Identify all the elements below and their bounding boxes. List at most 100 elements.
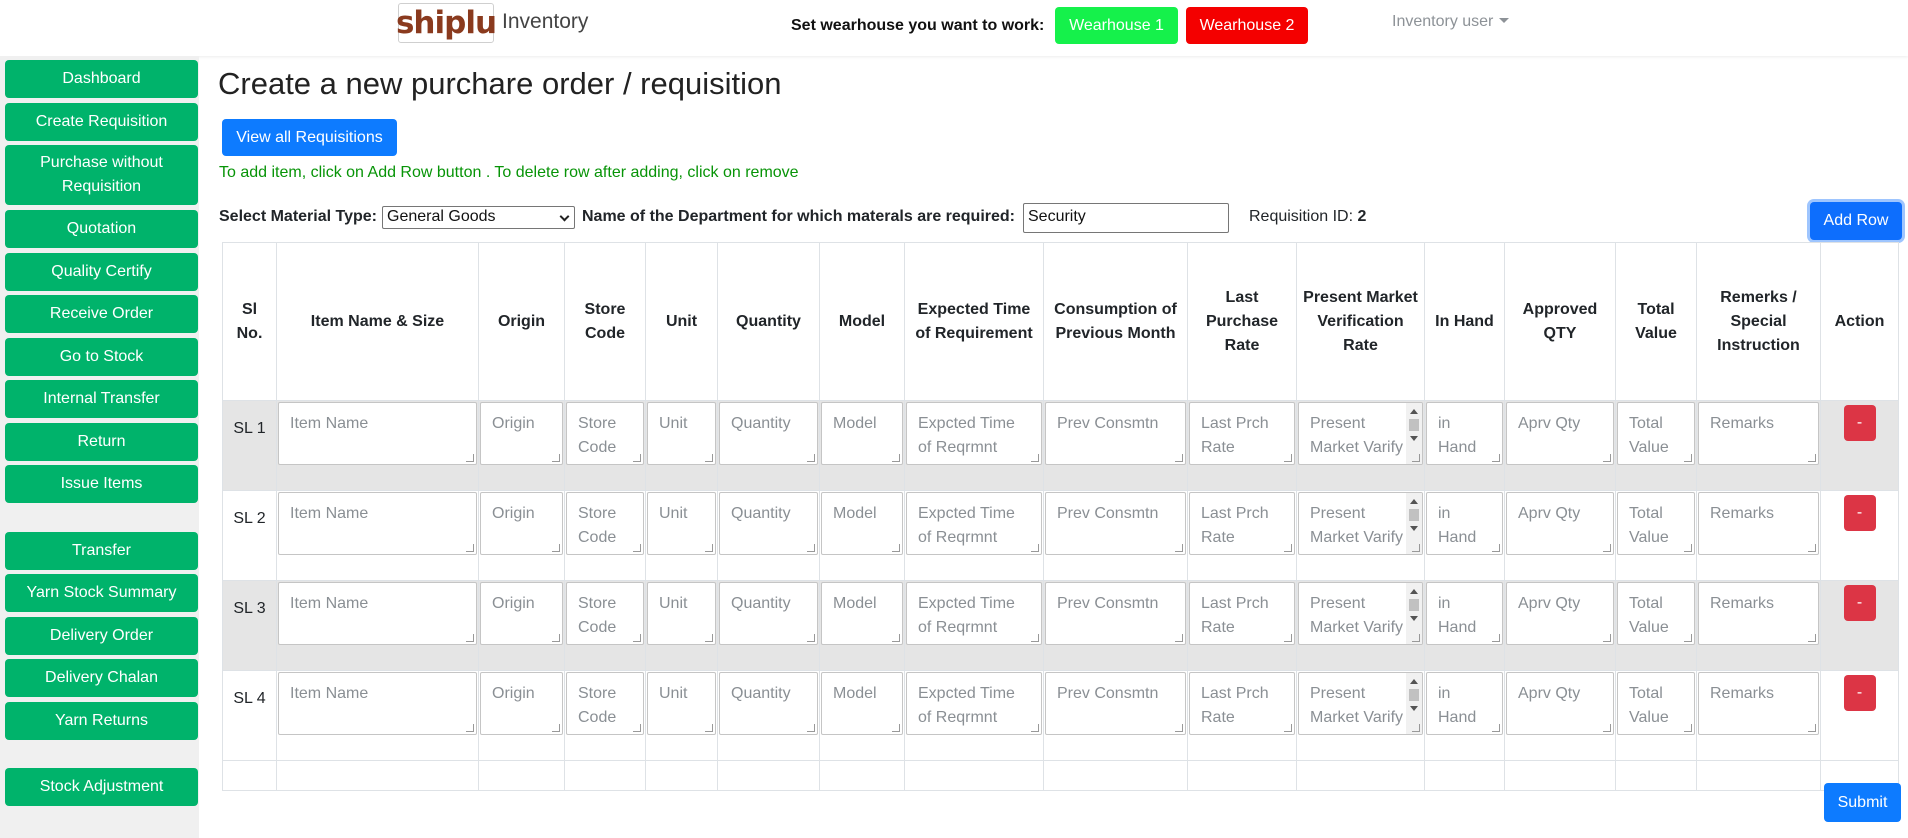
resize-grip-icon[interactable] [1808, 724, 1816, 732]
resize-grip-icon[interactable] [705, 454, 713, 462]
warehouse-2-button[interactable]: Wearhouse 2 [1186, 7, 1308, 44]
approved-qty-textarea[interactable]: Aprv Qty [1506, 582, 1614, 645]
total-value-textarea[interactable]: Total Value [1617, 492, 1695, 555]
sidebar-item-quality-certify[interactable]: Quality Certify [5, 253, 198, 291]
market-rate-textarea[interactable]: Present Market Varify Rate [1298, 492, 1423, 555]
item-name-textarea[interactable]: Item Name [278, 582, 477, 645]
resize-grip-icon[interactable] [633, 634, 641, 642]
remove-row-button[interactable]: - [1843, 675, 1876, 711]
brand-logo[interactable]: shiplu [396, 3, 497, 43]
resize-grip-icon[interactable] [1684, 724, 1692, 732]
scroll-thumb[interactable] [1409, 509, 1419, 521]
scroll-up-icon[interactable] [1410, 679, 1418, 684]
last-purchase-rate-textarea[interactable]: Last Prch Rate [1189, 402, 1295, 465]
store-code-textarea[interactable]: Store Code [566, 672, 644, 735]
view-all-requisitions-button[interactable]: View all Requisitions [222, 119, 397, 156]
resize-grip-icon[interactable] [705, 724, 713, 732]
origin-textarea[interactable]: Origin [480, 402, 563, 465]
resize-grip-icon[interactable] [1175, 634, 1183, 642]
origin-textarea[interactable]: Origin [480, 672, 563, 735]
resize-grip-icon[interactable] [1412, 634, 1420, 642]
resize-grip-icon[interactable] [807, 634, 815, 642]
sidebar-item-delivery-order[interactable]: Delivery Order [5, 617, 198, 655]
remove-row-button[interactable]: - [1843, 585, 1876, 621]
sidebar-item-create-requisition[interactable]: Create Requisition [5, 103, 198, 141]
resize-grip-icon[interactable] [552, 724, 560, 732]
origin-textarea[interactable]: Origin [480, 582, 563, 645]
in-hand-textarea[interactable]: in Hand [1426, 582, 1503, 645]
unit-textarea[interactable]: Unit [647, 402, 716, 465]
resize-grip-icon[interactable] [633, 544, 641, 552]
model-textarea[interactable]: Model [821, 672, 903, 735]
item-name-textarea[interactable]: Item Name [278, 672, 477, 735]
sidebar-item-yarn-returns[interactable]: Yarn Returns [5, 702, 198, 740]
remove-row-button[interactable]: - [1843, 495, 1876, 531]
sidebar-item-go-to-stock[interactable]: Go to Stock [5, 338, 198, 376]
unit-textarea[interactable]: Unit [647, 582, 716, 645]
scroll-thumb[interactable] [1409, 689, 1419, 701]
resize-grip-icon[interactable] [1175, 544, 1183, 552]
item-name-textarea[interactable]: Item Name [278, 402, 477, 465]
add-row-button[interactable]: Add Row [1810, 202, 1902, 240]
resize-grip-icon[interactable] [892, 634, 900, 642]
resize-grip-icon[interactable] [466, 544, 474, 552]
resize-grip-icon[interactable] [1175, 724, 1183, 732]
scroll-up-icon[interactable] [1410, 409, 1418, 414]
resize-grip-icon[interactable] [633, 454, 641, 462]
remarks-textarea[interactable]: Remarks [1698, 492, 1819, 555]
scroll-down-icon[interactable] [1410, 706, 1418, 711]
resize-grip-icon[interactable] [1603, 634, 1611, 642]
material-type-select[interactable]: General Goods [382, 206, 575, 229]
resize-grip-icon[interactable] [1684, 544, 1692, 552]
approved-qty-textarea[interactable]: Aprv Qty [1506, 402, 1614, 465]
resize-grip-icon[interactable] [1031, 724, 1039, 732]
resize-grip-icon[interactable] [807, 454, 815, 462]
user-menu-dropdown[interactable]: Inventory user [1392, 13, 1510, 31]
unit-textarea[interactable]: Unit [647, 672, 716, 735]
remarks-textarea[interactable]: Remarks [1698, 582, 1819, 645]
market-rate-textarea[interactable]: Present Market Varify Rate [1298, 582, 1423, 645]
resize-grip-icon[interactable] [1031, 454, 1039, 462]
scroll-thumb[interactable] [1409, 599, 1419, 611]
remarks-textarea[interactable]: Remarks [1698, 402, 1819, 465]
model-textarea[interactable]: Model [821, 402, 903, 465]
prev-consumption-textarea[interactable]: Prev Consmtn [1045, 582, 1186, 645]
quantity-textarea[interactable]: Quantity [719, 402, 818, 465]
store-code-textarea[interactable]: Store Code [566, 582, 644, 645]
in-hand-textarea[interactable]: in Hand [1426, 402, 1503, 465]
sidebar-item-transfer[interactable]: Transfer [5, 532, 198, 570]
sidebar-item-dashboard[interactable]: Dashboard [5, 60, 198, 98]
scroll-down-icon[interactable] [1410, 436, 1418, 441]
unit-textarea[interactable]: Unit [647, 492, 716, 555]
resize-grip-icon[interactable] [1808, 454, 1816, 462]
model-textarea[interactable]: Model [821, 582, 903, 645]
model-textarea[interactable]: Model [821, 492, 903, 555]
resize-grip-icon[interactable] [1412, 454, 1420, 462]
market-rate-textarea[interactable]: Present Market Varify Rate [1298, 402, 1423, 465]
resize-grip-icon[interactable] [552, 634, 560, 642]
scroll-down-icon[interactable] [1410, 526, 1418, 531]
resize-grip-icon[interactable] [633, 724, 641, 732]
approved-qty-textarea[interactable]: Aprv Qty [1506, 672, 1614, 735]
resize-grip-icon[interactable] [1412, 724, 1420, 732]
sidebar-item-quotation[interactable]: Quotation [5, 210, 198, 248]
resize-grip-icon[interactable] [1492, 634, 1500, 642]
resize-grip-icon[interactable] [1492, 544, 1500, 552]
prev-consumption-textarea[interactable]: Prev Consmtn [1045, 402, 1186, 465]
sidebar-item-return[interactable]: Return [5, 423, 198, 461]
sidebar-item-yarn-stock-summary[interactable]: Yarn Stock Summary [5, 574, 198, 612]
resize-grip-icon[interactable] [705, 544, 713, 552]
resize-grip-icon[interactable] [807, 544, 815, 552]
resize-grip-icon[interactable] [1284, 454, 1292, 462]
resize-grip-icon[interactable] [466, 454, 474, 462]
last-purchase-rate-textarea[interactable]: Last Prch Rate [1189, 492, 1295, 555]
resize-grip-icon[interactable] [466, 634, 474, 642]
quantity-textarea[interactable]: Quantity [719, 672, 818, 735]
sidebar-item-issue-items[interactable]: Issue Items [5, 465, 198, 503]
item-name-textarea[interactable]: Item Name [278, 492, 477, 555]
resize-grip-icon[interactable] [892, 724, 900, 732]
approved-qty-textarea[interactable]: Aprv Qty [1506, 492, 1614, 555]
resize-grip-icon[interactable] [1284, 544, 1292, 552]
store-code-textarea[interactable]: Store Code [566, 492, 644, 555]
resize-grip-icon[interactable] [1284, 634, 1292, 642]
